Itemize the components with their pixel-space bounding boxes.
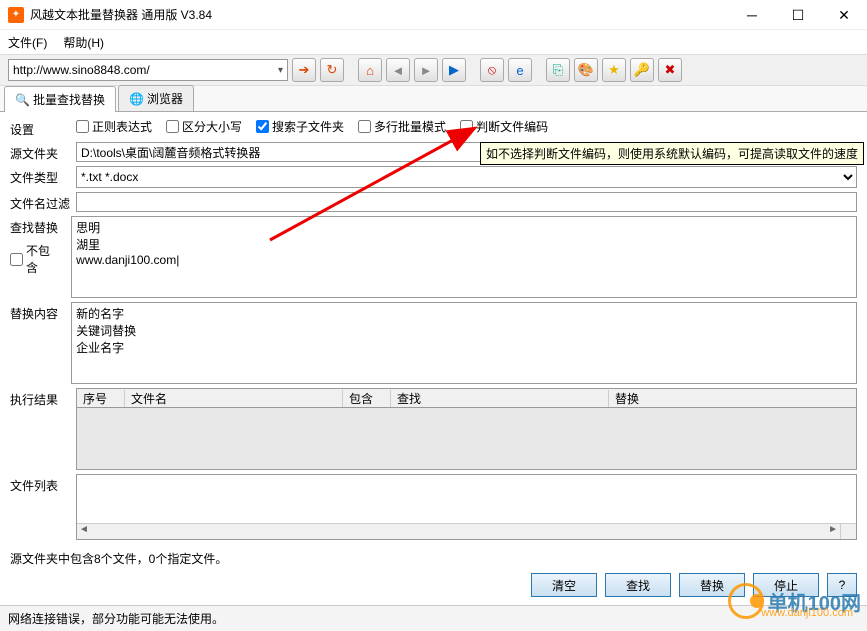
scrollbar-horizontal[interactable] — [77, 523, 840, 539]
tab-browser[interactable]: 🌐 浏览器 — [118, 85, 194, 111]
settings-label: 设置 — [10, 118, 76, 138]
result-table-header: 序号 文件名 包含 查找 替换 — [76, 388, 857, 408]
filter-input[interactable] — [76, 192, 857, 212]
menu-bar: 文件(F) 帮助(H) — [0, 30, 867, 54]
window-title: 风越文本批量替换器 通用版 V3.84 — [30, 6, 729, 23]
star-button[interactable]: ★ — [602, 58, 626, 82]
tab-batch-label: 批量查找替换 — [33, 91, 105, 108]
status-summary: 源文件夹中包含8个文件，0个指定文件。 — [0, 544, 867, 573]
url-input[interactable] — [13, 63, 278, 77]
main-panel: 设置 正则表达式 区分大小写 搜索子文件夹 多行批量模式 判断文件编码 源文件夹… — [0, 112, 867, 540]
stop-nav-button[interactable]: ⦸ — [480, 58, 504, 82]
delete-button[interactable]: ✖ — [658, 58, 682, 82]
filetype-label: 文件类型 — [10, 166, 76, 186]
filter-label: 文件名过滤 — [10, 192, 76, 212]
globe-icon: 🌐 — [129, 92, 143, 106]
search-icon: 🔍 — [15, 93, 29, 107]
checkbox-case[interactable]: 区分大小写 — [166, 118, 242, 135]
watermark: 单机100网 www.danji100.com — [728, 583, 861, 619]
menu-file[interactable]: 文件(F) — [8, 34, 47, 51]
refresh-button[interactable]: ↻ — [320, 58, 344, 82]
forward-button[interactable]: ► — [414, 58, 438, 82]
find-button[interactable]: 查找 — [605, 573, 671, 597]
tab-batch-replace[interactable]: 🔍 批量查找替换 — [4, 86, 116, 112]
app-icon: ✦ — [8, 7, 24, 23]
copy-button[interactable]: ⎘ — [546, 58, 570, 82]
checkbox-regex[interactable]: 正则表达式 — [76, 118, 152, 135]
replace-label: 替换内容 — [10, 302, 71, 322]
encoding-tooltip: 如不选择判断文件编码，则使用系统默认编码，可提高读取文件的速度 — [480, 142, 864, 165]
tab-browser-label: 浏览器 — [147, 90, 183, 107]
minimize-button[interactable]: ─ — [729, 0, 775, 30]
search-textarea[interactable]: 思明 湖里 www.danji100.com| — [71, 216, 857, 298]
col-contain[interactable]: 包含 — [343, 390, 391, 407]
col-find[interactable]: 查找 — [391, 390, 609, 407]
watermark-url: www.danji100.com — [761, 607, 853, 619]
checkbox-encoding[interactable]: 判断文件编码 — [460, 118, 548, 135]
checkbox-subfolder[interactable]: 搜索子文件夹 — [256, 118, 344, 135]
filelist-box[interactable] — [76, 474, 857, 540]
replace-textarea[interactable]: 新的名字 关键词替换 企业名字 — [71, 302, 857, 384]
search-label: 查找替换 — [10, 219, 71, 236]
checkbox-multiline[interactable]: 多行批量模式 — [358, 118, 446, 135]
toolbar: ▾ ➔ ↻ ⌂ ◄ ► ▶ ⦸ e ⎘ 🎨 ★ 🔑 ✖ — [0, 54, 867, 86]
ie-button[interactable]: e — [508, 58, 532, 82]
key-button[interactable]: 🔑 — [630, 58, 654, 82]
clear-button[interactable]: 清空 — [531, 573, 597, 597]
result-table-body[interactable] — [76, 408, 857, 470]
url-dropdown-icon[interactable]: ▾ — [278, 65, 283, 76]
filelist-label: 文件列表 — [10, 474, 76, 494]
home-button[interactable]: ⌂ — [358, 58, 382, 82]
url-box[interactable]: ▾ — [8, 59, 288, 81]
menu-help[interactable]: 帮助(H) — [63, 34, 104, 51]
play-button[interactable]: ▶ — [442, 58, 466, 82]
back-button[interactable]: ◄ — [386, 58, 410, 82]
watermark-logo-icon — [728, 583, 764, 619]
scrollbar-corner — [840, 523, 856, 539]
palette-button[interactable]: 🎨 — [574, 58, 598, 82]
col-replace[interactable]: 替换 — [609, 390, 856, 407]
srcdir-label: 源文件夹 — [10, 142, 76, 162]
tab-strip: 🔍 批量查找替换 🌐 浏览器 — [0, 86, 867, 112]
title-bar: ✦ 风越文本批量替换器 通用版 V3.84 ─ ☐ ✕ — [0, 0, 867, 30]
maximize-button[interactable]: ☐ — [775, 0, 821, 30]
go-button[interactable]: ➔ — [292, 58, 316, 82]
checkbox-exclude[interactable]: 不包含 — [10, 242, 57, 276]
close-button[interactable]: ✕ — [821, 0, 867, 30]
col-no[interactable]: 序号 — [77, 390, 125, 407]
result-label: 执行结果 — [10, 388, 76, 408]
col-name[interactable]: 文件名 — [125, 390, 343, 407]
filetype-select[interactable]: *.txt *.docx — [76, 166, 857, 188]
